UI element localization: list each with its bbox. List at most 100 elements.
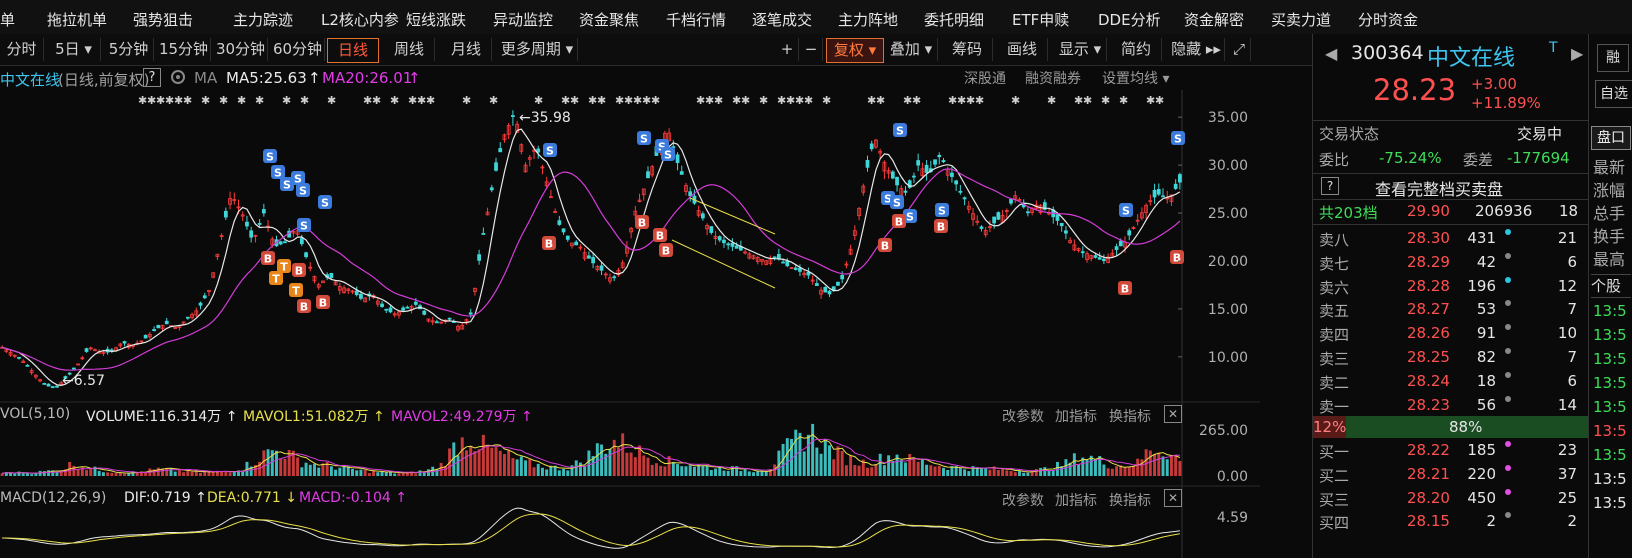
candle-body [71, 367, 76, 370]
menu-item-15[interactable]: 买卖力道 [1271, 9, 1331, 30]
period-tab-4[interactable]: 30分钟 [214, 38, 268, 61]
chart-tool-5[interactable]: 画线 [997, 38, 1048, 61]
tab-pankou[interactable]: 盘口 [1591, 126, 1631, 150]
menu-item-6[interactable]: 异动监控 [493, 9, 553, 30]
next-stock-icon[interactable]: ▶ [1571, 44, 1583, 63]
signal-star: ✱ [867, 94, 876, 107]
tab-stock-trades[interactable]: 个股 [1591, 274, 1631, 298]
period-tab-6[interactable]: 日线 [327, 38, 379, 63]
gear-icon[interactable] [169, 68, 187, 90]
vol-switch-indicator-button[interactable]: 换指标 [1109, 406, 1151, 426]
signal-badge-label: B [937, 221, 945, 234]
order-row[interactable]: 卖二 28.24 18 6 [1313, 369, 1589, 393]
menu-item-10[interactable]: 主力阵地 [838, 9, 898, 30]
dea-line [2, 513, 1180, 548]
vol-edit-params-button[interactable]: 改参数 [1002, 406, 1044, 426]
volume-bar [275, 450, 278, 476]
chart-tool-8[interactable]: 隐藏 ▸▸ [1168, 38, 1225, 61]
menu-item-14[interactable]: 资金解密 [1184, 9, 1244, 30]
period-tab-8[interactable]: 月线 [441, 38, 492, 61]
book-help-icon[interactable]: ? [1321, 177, 1339, 195]
volume-bar [785, 438, 789, 476]
order-row[interactable]: 卖八 28.30 431 21 [1313, 226, 1589, 250]
fullscreen-icon[interactable]: ⤢ [1228, 38, 1251, 61]
chart-tool-7[interactable]: 简约 [1111, 38, 1162, 61]
signal-badge-label: S [664, 149, 672, 162]
order-level-label: 卖一 [1319, 397, 1350, 416]
volume-bar [511, 458, 515, 476]
menu-item-3[interactable]: 主力踪迹 [233, 9, 293, 30]
volume-bar [515, 459, 519, 476]
macd-switch-indicator-button[interactable]: 换指标 [1109, 490, 1151, 510]
menu-item-16[interactable]: 分时资金 [1358, 9, 1418, 30]
order-row[interactable]: 买三 28.20 450 25 [1313, 486, 1589, 510]
volume-bar [722, 470, 726, 476]
candle-body [1080, 251, 1085, 254]
signal-star: ✱ [138, 94, 147, 107]
menu-item-11[interactable]: 委托明细 [924, 9, 984, 30]
menu-item-1[interactable]: 拖拉机单 [47, 9, 107, 30]
volume-bar [469, 445, 473, 476]
candle-body [599, 265, 604, 271]
top-menu-bar: 单 拖拉机单 强势狙击 主力踪迹 L2核心内参 短线涨跌 异动监控 资金聚焦 千档行情 逐笔成交 主… [0, 0, 1632, 35]
period-tab-2[interactable]: 5分钟 [104, 38, 154, 61]
candle-body [1114, 246, 1119, 250]
order-row[interactable]: 卖六 28.28 196 12 [1313, 274, 1589, 298]
order-level-label: 卖五 [1319, 302, 1350, 321]
prev-stock-icon[interactable]: ◀ [1325, 44, 1337, 63]
signal-badge-label: S [1122, 205, 1130, 218]
order-level-label: 卖三 [1319, 350, 1350, 368]
price-change-pct: +11.89% [1471, 94, 1541, 112]
chart-tool-4[interactable]: 筹码 [942, 38, 993, 61]
chart-tool-2[interactable]: 复权 ▾ [826, 38, 884, 63]
menu-item-5[interactable]: 短线涨跌 [406, 9, 466, 30]
set-ma-dropdown[interactable]: 设置均线 ▾ [1102, 68, 1169, 88]
menu-item-13[interactable]: DDE分析 [1098, 9, 1161, 30]
menu-item-9[interactable]: 逐笔成交 [752, 9, 812, 30]
order-row[interactable]: 卖五 28.27 53 7 [1313, 297, 1589, 321]
link-shengutong[interactable]: 深股通 [964, 68, 1006, 88]
order-row[interactable]: 卖三 28.25 82 7 [1313, 345, 1589, 369]
menu-item-2[interactable]: 强势狙击 [133, 9, 193, 30]
candle-body [793, 267, 798, 270]
chart-tool-3[interactable]: 叠加 ▾ [885, 38, 938, 61]
chart-tool-6[interactable]: 显示 ▾ [1054, 38, 1107, 61]
signal-star: ✱ [426, 94, 435, 107]
full-book-link[interactable]: 查看完整档买卖盘 [1375, 176, 1503, 200]
volume-bar [650, 464, 654, 476]
order-row[interactable]: 买二 28.21 220 37 [1313, 462, 1589, 486]
order-row[interactable]: 买一 28.22 185 23 [1313, 438, 1589, 462]
vol-add-indicator-button[interactable]: 加指标 [1055, 406, 1097, 426]
period-tab-5[interactable]: 60分钟 [271, 38, 325, 61]
order-row[interactable]: 买四 28.15 2 2 [1313, 509, 1589, 533]
volume-bar [853, 465, 857, 476]
menu-item-8[interactable]: 千档行情 [666, 9, 726, 30]
help-icon[interactable]: ? [143, 68, 161, 87]
period-tab-0[interactable]: 分时 [0, 38, 44, 61]
candle-body [152, 329, 156, 332]
menu-item-7[interactable]: 资金聚焦 [579, 9, 639, 30]
period-tab-1[interactable]: 5日 ▾ [47, 38, 101, 61]
macd-close-icon[interactable]: ✕ [1164, 489, 1182, 507]
period-tab-9[interactable]: 更多周期 ▾ [497, 38, 578, 61]
menu-item-4[interactable]: L2核心内参 [321, 9, 399, 30]
macd-add-indicator-button[interactable]: 加指标 [1055, 490, 1097, 510]
volume-bar [1110, 468, 1114, 476]
menu-item-0[interactable]: 单 [0, 9, 15, 30]
macd-edit-params-button[interactable]: 改参数 [1002, 490, 1044, 510]
menu-item-12[interactable]: ETF申赎 [1012, 9, 1069, 30]
candle-body [76, 363, 80, 366]
watchlist-button[interactable]: 自选 [1595, 80, 1632, 108]
order-row[interactable]: 卖四 28.26 91 10 [1313, 321, 1589, 345]
order-row[interactable]: 卖一 28.23 56 14 [1313, 393, 1589, 417]
vol-close-icon[interactable]: ✕ [1164, 405, 1182, 423]
link-margin[interactable]: 融资融券 [1025, 68, 1081, 88]
margin-button[interactable]: 融 [1597, 44, 1629, 72]
order-row[interactable]: 卖七 28.29 42 6 [1313, 250, 1589, 274]
period-tab-3[interactable]: 15分钟 [157, 38, 211, 61]
period-tab-7[interactable]: 周线 [384, 38, 435, 61]
signal-badge-label: B [638, 217, 646, 230]
volume-bar [980, 467, 983, 476]
chart-tool-0[interactable]: + [776, 38, 799, 61]
chart-tool-1[interactable]: − [800, 38, 823, 61]
